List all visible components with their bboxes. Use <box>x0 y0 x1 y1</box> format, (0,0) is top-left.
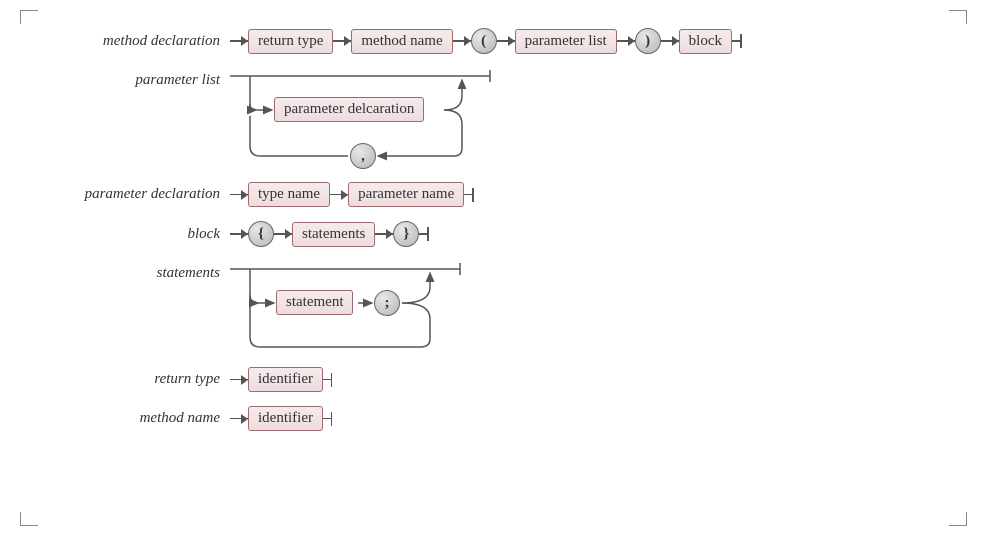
arrow-icon <box>230 414 248 424</box>
rule-label: method declaration <box>30 33 230 50</box>
end-icon <box>323 410 337 428</box>
corner-bl <box>20 512 38 526</box>
arrow-icon <box>330 190 348 200</box>
arrow-icon <box>617 36 635 46</box>
arrow-icon <box>274 229 292 239</box>
diagram-frame: method declaration return type method na… <box>20 10 967 526</box>
nonterminal-parameter-list: parameter list <box>515 29 617 54</box>
rule-parameter-declaration: parameter declaration type name paramete… <box>30 182 957 207</box>
arrow-icon <box>230 36 248 46</box>
arrow-icon <box>375 229 393 239</box>
rule-label: return type <box>30 371 230 388</box>
nonterminal-identifier: identifier <box>248 406 323 431</box>
nonterminal-parameter-declaration: parameter delcaration <box>274 97 424 122</box>
rule-label: parameter declaration <box>30 186 230 203</box>
rule-label: statements <box>30 261 230 282</box>
nonterminal-method-name: method name <box>351 29 452 54</box>
arrow-icon <box>230 375 248 385</box>
rule-diagram: { statements } <box>230 221 433 247</box>
rule-label: block <box>30 226 230 243</box>
diagram-content: method declaration return type method na… <box>20 10 967 431</box>
end-icon <box>323 371 337 389</box>
rule-diagram: statement ; <box>230 261 480 361</box>
end-icon <box>732 32 746 50</box>
rule-method-declaration: method declaration return type method na… <box>30 28 957 54</box>
corner-br <box>949 512 967 526</box>
terminal-comma: , <box>350 143 376 169</box>
terminal-close-brace: } <box>393 221 419 247</box>
nonterminal-statements: statements <box>292 222 375 247</box>
terminal-open-paren: ( <box>471 28 497 54</box>
rule-diagram: identifier <box>230 406 337 431</box>
rule-block: block { statements } <box>30 221 957 247</box>
corner-tr <box>949 10 967 24</box>
rule-diagram: identifier <box>230 367 337 392</box>
rule-diagram: type name parameter name <box>230 182 478 207</box>
terminal-semicolon: ; <box>374 290 400 316</box>
nonterminal-block: block <box>679 29 732 54</box>
corner-tl <box>20 10 38 24</box>
arrow-icon <box>661 36 679 46</box>
arrow-icon <box>333 36 351 46</box>
rule-label: parameter list <box>30 68 230 89</box>
rule-statements: statements <box>30 261 957 361</box>
rule-diagram: parameter delcaration , <box>230 68 510 176</box>
nonterminal-statement: statement <box>276 290 353 315</box>
arrow-icon <box>497 36 515 46</box>
arrow-icon <box>230 190 248 200</box>
rule-parameter-list: parameter list <box>30 68 957 176</box>
arrow-icon <box>453 36 471 46</box>
rule-label: method name <box>30 410 230 427</box>
arrow-icon <box>230 229 248 239</box>
rule-method-name: method name identifier <box>30 406 957 431</box>
terminal-open-brace: { <box>248 221 274 247</box>
end-icon <box>464 186 478 204</box>
rule-return-type: return type identifier <box>30 367 957 392</box>
nonterminal-return-type: return type <box>248 29 333 54</box>
end-icon <box>419 225 433 243</box>
railroad-svg <box>230 261 480 361</box>
nonterminal-type-name: type name <box>248 182 330 207</box>
rule-diagram: return type method name ( parameter list… <box>230 28 746 54</box>
nonterminal-parameter-name: parameter name <box>348 182 464 207</box>
terminal-close-paren: ) <box>635 28 661 54</box>
nonterminal-identifier: identifier <box>248 367 323 392</box>
